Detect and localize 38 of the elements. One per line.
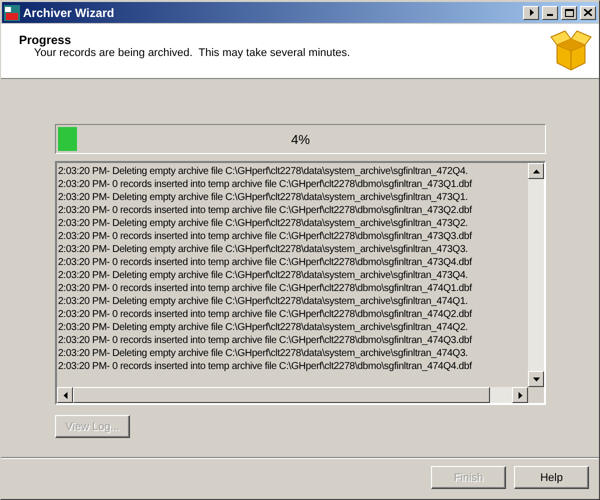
scroll-down-button[interactable] [528,371,544,387]
close-icon [584,9,592,16]
scroll-left-button[interactable] [57,387,73,403]
log-line: 2:03:20 PM- 0 records inserted into temp archive file C:\GHperf\clt2278\dbmo\sgfinltran_473Q2.dbf [58,204,473,217]
log-line: 2:03:20 PM- Deleting empty archive file C:\GHperf\clt2278\data\system_archive\sgfinltran_474Q2. [58,321,469,334]
log-line: 2:03:20 PM- Deleting empty archive file C:\GHperf\clt2278\data\system_archive\sgfinltran_473Q3. [58,243,469,256]
log-line: 2:03:20 PM- 0 records inserted into temp archive file C:\GHperf\clt2278\dbmo\sgfinltran_473Q3.dbf [58,230,473,243]
log-line: 2:03:20 PM- 0 records inserted into temp archive file C:\GHperf\clt2278\dbmo\sgfinltran_474Q3.dbf [58,334,473,347]
log-line: 2:03:20 PM- 0 records inserted into temp archive file C:\GHperf\clt2278\dbmo\sgfinltran_474Q2.dbf [58,308,473,321]
vertical-scrollbar[interactable] [528,163,544,387]
log-line: 2:03:20 PM- Deleting empty archive file C:\GHperf\clt2278\data\system_archive\sgfinltran_474Q1. [58,295,469,308]
menu-button[interactable] [523,6,539,20]
log-line: 2:03:20 PM- 0 records inserted into temp archive file C:\GHperf\clt2278\dbmo\sgfinltran_473Q4.dbf [58,256,473,269]
minimize-button[interactable] [542,6,558,20]
log-line: 2:03:20 PM- 0 records inserted into temp archive file C:\GHperf\clt2278\dbmo\sgfinltran_474Q1.dbf [58,282,473,295]
app-icon [4,4,20,20]
log-line: 2:03:20 PM- Deleting empty archive file C:\GHperf\clt2278\data\system_archive\sgfinltran_473Q2. [58,217,469,230]
play-icon [528,9,534,16]
log-line: 2:03:20 PM- 0 records inserted into temp archive file C:\GHperf\clt2278\dbmo\sgfinltran_474Q4.dbf [58,360,473,373]
page-title: Progress [19,33,72,47]
maximize-icon [564,8,574,16]
left-arrow-icon [62,392,68,398]
log-line: 2:03:20 PM- Deleting empty archive file C:\GHperf\clt2278\data\system_archive\sgfinltran_473Q4. [58,269,469,282]
progress-percent: 4% [290,132,311,147]
log-line: 2:03:20 PM- 0 records inserted into temp archive file C:\GHperf\clt2278\dbmo\sgfinltran_473Q1.dbf [58,178,473,191]
page-subtitle: Your records are being archived. This may take several minutes. [33,47,352,59]
log-line: 2:03:20 PM- Deleting empty archive file C:\GHperf\clt2278\data\system_archive\sgfinltran_474Q3. [58,347,469,360]
up-arrow-icon [532,168,540,174]
scroll-right-button[interactable] [512,387,528,403]
window-title: Archiver Wizard [23,6,116,20]
close-button[interactable] [580,6,596,20]
maximize-button[interactable] [561,6,577,20]
down-arrow-icon [532,376,540,382]
scroll-up-button[interactable] [528,163,544,179]
log-line: 2:03:20 PM- Deleting empty archive file C:\GHperf\clt2278\data\system_archive\sgfinltran_473Q1. [58,191,469,204]
log-line: 2:03:20 PM- Deleting empty archive file C:\GHperf\clt2278\data\system_archive\sgfinltran_472Q4. [58,165,469,178]
dialog-button[interactable]: Help [514,466,589,489]
right-arrow-icon [516,392,524,398]
